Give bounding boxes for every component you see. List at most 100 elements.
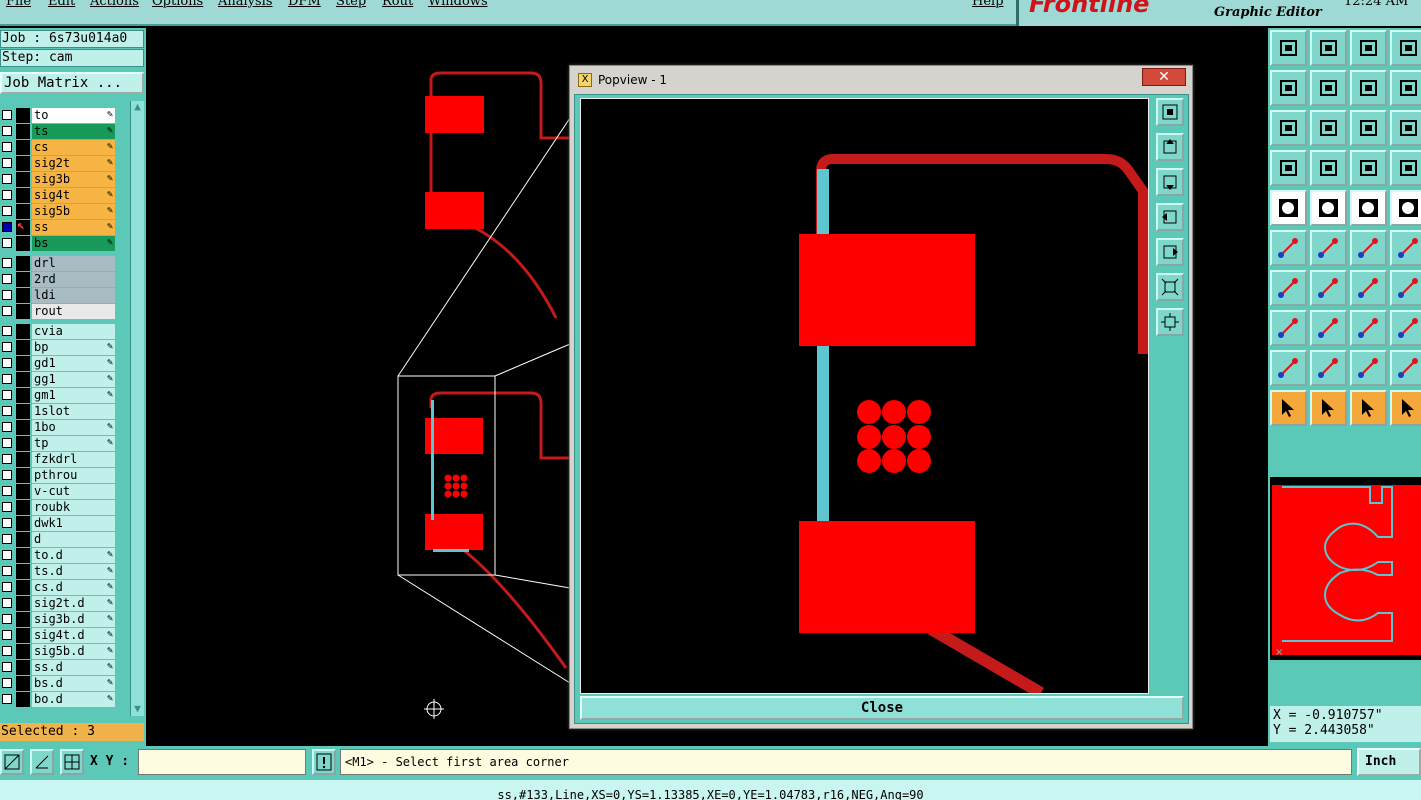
layer-checkbox[interactable] xyxy=(2,454,12,464)
layer-name[interactable]: sig3b.d ✎ xyxy=(32,612,115,627)
layer-checkbox[interactable] xyxy=(2,190,12,200)
popview-close-button[interactable]: Close xyxy=(580,696,1184,720)
layer-checkbox[interactable] xyxy=(2,326,12,336)
align-icon[interactable] xyxy=(1390,270,1421,306)
layer-affected-slot[interactable] xyxy=(16,124,30,139)
layer-row[interactable]: gm1 ✎ xyxy=(0,388,130,403)
layer-checkbox[interactable] xyxy=(2,238,12,248)
layer-row[interactable]: roubk xyxy=(0,500,130,515)
layer-row[interactable]: gd1 ✎ xyxy=(0,356,130,371)
layer-affected-slot[interactable] xyxy=(16,532,30,547)
select-box-icon[interactable] xyxy=(1310,390,1347,426)
menu-dfm[interactable]: DFM xyxy=(288,0,321,9)
layer-row[interactable]: cvia xyxy=(0,324,130,339)
layer-checkbox[interactable] xyxy=(2,566,12,576)
layer-affected-slot[interactable] xyxy=(16,108,30,123)
layer-name[interactable]: cs ✎ xyxy=(32,140,115,155)
layer-name[interactable]: bo.d ✎ xyxy=(32,692,115,707)
layer-checkbox[interactable] xyxy=(2,470,12,480)
layer-row[interactable]: ts ✎ xyxy=(0,124,130,139)
layer-checkbox[interactable] xyxy=(2,406,12,416)
layer-name[interactable]: ss ✎ xyxy=(32,220,115,235)
layer-name[interactable]: bs.d ✎ xyxy=(32,676,115,691)
layer-checkbox[interactable] xyxy=(2,694,12,704)
layer-row[interactable]: cs.d ✎ xyxy=(0,580,130,595)
menu-windows[interactable]: Windows xyxy=(428,0,488,9)
layer-checkbox[interactable] xyxy=(2,358,12,368)
layer-name[interactable]: ldi xyxy=(32,288,115,303)
layer-affected-slot[interactable] xyxy=(16,288,30,303)
pan-left-icon[interactable] xyxy=(1156,203,1184,231)
layer-scrollbar[interactable]: ▲ ▼ xyxy=(130,101,144,716)
layer-affected-slot[interactable] xyxy=(16,388,30,403)
layer-row[interactable]: ss ✎ xyxy=(0,218,130,235)
layer-checkbox[interactable] xyxy=(2,646,12,656)
layer-row[interactable]: sig2t.d ✎ xyxy=(0,596,130,611)
layer-checkbox[interactable] xyxy=(2,598,12,608)
layer-compare-icon[interactable] xyxy=(1350,150,1387,186)
layer-affected-slot[interactable] xyxy=(16,324,30,339)
layer-affected-slot[interactable] xyxy=(16,256,30,271)
layer-checkbox[interactable] xyxy=(2,174,12,184)
layer-checkbox[interactable] xyxy=(2,422,12,432)
layer-affected-slot[interactable] xyxy=(16,484,30,499)
window-close-button[interactable]: ✕ xyxy=(1142,68,1186,86)
layer-affected-slot[interactable] xyxy=(16,516,30,531)
help-icon[interactable] xyxy=(1390,110,1421,146)
select-inside-icon[interactable] xyxy=(1350,390,1387,426)
triangle-icon[interactable] xyxy=(1270,350,1307,386)
layer-name[interactable]: sig2t.d ✎ xyxy=(32,596,115,611)
layer-name[interactable]: ss.d ✎ xyxy=(32,660,115,675)
layer-row[interactable]: 2rd xyxy=(0,272,130,287)
zoom-fit-icon[interactable] xyxy=(1156,98,1184,126)
layer-row[interactable]: 1slot xyxy=(0,404,130,419)
pan-down-tool-icon[interactable] xyxy=(1310,30,1347,66)
layer-name[interactable]: cvia xyxy=(32,324,115,339)
layer-row[interactable]: ldi xyxy=(0,288,130,303)
layer-checkbox[interactable] xyxy=(2,438,12,448)
layer-row[interactable]: v-cut xyxy=(0,484,130,499)
layer-row[interactable]: sig3b.d ✎ xyxy=(0,612,130,627)
layer-checkbox[interactable] xyxy=(2,390,12,400)
layer-affected-slot[interactable] xyxy=(16,356,30,371)
menu-analysis[interactable]: Analysis xyxy=(218,0,273,9)
pan-right-icon[interactable] xyxy=(1156,238,1184,266)
layer-name[interactable]: sig2t ✎ xyxy=(32,156,115,171)
layer-checkbox[interactable] xyxy=(2,630,12,640)
layer-align-icon[interactable] xyxy=(1390,150,1421,186)
layer-name[interactable]: pthrou xyxy=(32,468,115,483)
slash-icon[interactable] xyxy=(1270,270,1307,306)
menu-rout[interactable]: Rout xyxy=(382,0,413,9)
layer-row[interactable]: drl xyxy=(0,256,130,271)
curve-icon[interactable] xyxy=(1390,230,1421,266)
layer-affected-slot[interactable] xyxy=(16,676,30,691)
layer-name[interactable]: sig4t ✎ xyxy=(32,188,115,203)
layer-checkbox[interactable] xyxy=(2,342,12,352)
layer-affected-slot[interactable] xyxy=(16,468,30,483)
layer-name[interactable]: gd1 ✎ xyxy=(32,356,115,371)
layer-row[interactable]: cs ✎ xyxy=(0,140,130,155)
scroll-up-icon[interactable]: ▲ xyxy=(131,101,144,114)
layer-row[interactable]: sig4t.d ✎ xyxy=(0,628,130,643)
pan-up-tool-icon[interactable] xyxy=(1270,30,1307,66)
layer-affected-slot[interactable] xyxy=(16,548,30,563)
layer-name[interactable]: fzkdrl xyxy=(32,452,115,467)
layer-checkbox[interactable] xyxy=(2,374,12,384)
layer-row[interactable]: bs.d ✎ xyxy=(0,676,130,691)
zoom-extents-icon[interactable] xyxy=(1270,110,1307,146)
layer-name[interactable]: dwk1 xyxy=(32,516,115,531)
layer-affected-slot[interactable] xyxy=(16,304,30,319)
home-icon[interactable] xyxy=(1350,30,1387,66)
menu-edit[interactable]: Edit xyxy=(48,0,75,9)
layer-checkbox[interactable] xyxy=(2,550,12,560)
zoom-out-icon[interactable] xyxy=(1156,308,1184,336)
layer-name[interactable]: to.d ✎ xyxy=(32,548,115,563)
menu-step[interactable]: Step xyxy=(336,0,366,9)
layer-row[interactable]: to.d ✎ xyxy=(0,548,130,563)
select-net-icon[interactable] xyxy=(1390,390,1421,426)
cluster-icon[interactable] xyxy=(1390,310,1421,346)
work-layer-arrow-icon[interactable] xyxy=(16,218,30,235)
grid-toggle-icon[interactable] xyxy=(1310,150,1347,186)
layer-affected-slot[interactable] xyxy=(16,612,30,627)
layer-name[interactable]: 1slot xyxy=(32,404,115,419)
